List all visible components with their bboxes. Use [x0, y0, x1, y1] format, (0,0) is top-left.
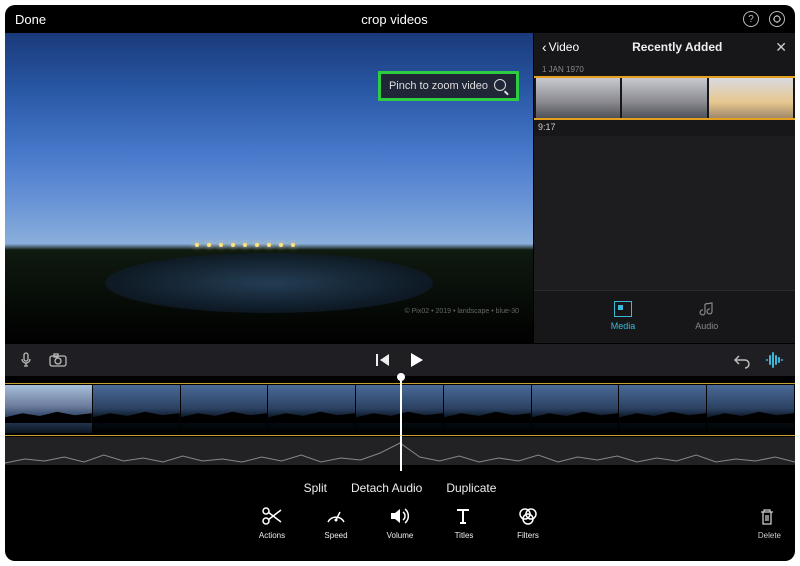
- library-tabs: Media Audio: [534, 290, 795, 343]
- help-icon[interactable]: ?: [743, 11, 759, 27]
- tab-audio[interactable]: Audio: [695, 301, 718, 331]
- project-title: crop videos: [46, 12, 743, 27]
- tool-bar: Actions Speed Volume Titles Filters: [5, 501, 795, 550]
- tool-titles-label: Titles: [455, 531, 474, 540]
- video-preview[interactable]: Pinch to zoom video © Pix02 • 2019 • lan…: [5, 33, 533, 343]
- speedometer-icon: [323, 505, 349, 527]
- library-date-label: 1 JAN 1970: [534, 61, 795, 76]
- transport-bar: [5, 343, 795, 377]
- timeline-clip[interactable]: [619, 385, 707, 433]
- previous-button[interactable]: [375, 353, 391, 367]
- play-button[interactable]: [407, 351, 425, 369]
- preview-lake: [105, 253, 433, 313]
- tool-filters[interactable]: Filters: [507, 505, 549, 540]
- tool-speed[interactable]: Speed: [315, 505, 357, 540]
- timeline-clip[interactable]: [93, 385, 181, 433]
- camera-icon[interactable]: [49, 352, 67, 368]
- trash-icon: [759, 508, 779, 528]
- chevron-left-icon: ‹: [542, 39, 547, 55]
- library-thumbnails: 9:17: [534, 76, 795, 120]
- library-thumb[interactable]: [709, 78, 793, 118]
- tool-volume[interactable]: Volume: [379, 505, 421, 540]
- tool-filters-label: Filters: [517, 531, 539, 540]
- titles-icon: [451, 505, 477, 527]
- library-close-button[interactable]: ✕: [775, 39, 787, 56]
- tool-delete-label: Delete: [758, 531, 781, 540]
- tool-delete[interactable]: Delete: [758, 508, 781, 540]
- preview-lights: [195, 243, 295, 247]
- zoom-tip-text: Pinch to zoom video: [389, 80, 488, 92]
- tool-volume-label: Volume: [387, 531, 414, 540]
- library-back-label: Video: [549, 40, 579, 54]
- tool-actions[interactable]: Actions: [251, 505, 293, 540]
- header: Done crop videos ?: [5, 5, 795, 33]
- volume-icon: [387, 505, 413, 527]
- zoom-tip-highlight: Pinch to zoom video: [378, 71, 519, 101]
- timeline-clip[interactable]: [532, 385, 620, 433]
- library-thumb[interactable]: [622, 78, 706, 118]
- tab-media-label: Media: [611, 321, 636, 331]
- tool-titles[interactable]: Titles: [443, 505, 485, 540]
- library-body[interactable]: [534, 136, 795, 290]
- audio-icon: [698, 301, 716, 317]
- clip-text-actions: Split Detach Audio Duplicate: [5, 471, 795, 501]
- preview-credit: © Pix02 • 2019 • landscape • blue-30: [405, 308, 519, 315]
- library-back-button[interactable]: ‹ Video: [542, 39, 579, 55]
- timeline[interactable]: [5, 377, 795, 471]
- tab-audio-label: Audio: [695, 321, 718, 331]
- magnifier-icon: [494, 79, 508, 93]
- media-icon: [614, 301, 632, 317]
- duplicate-button[interactable]: Duplicate: [446, 481, 496, 495]
- playhead[interactable]: [400, 377, 402, 471]
- main-area: Pinch to zoom video © Pix02 • 2019 • lan…: [5, 33, 795, 343]
- filters-icon: [515, 505, 541, 527]
- microphone-icon[interactable]: [17, 352, 35, 368]
- tool-speed-label: Speed: [324, 531, 347, 540]
- done-button[interactable]: Done: [15, 12, 46, 27]
- timeline-clip[interactable]: [181, 385, 269, 433]
- library-title: Recently Added: [579, 40, 775, 54]
- audio-waveform-icon[interactable]: [765, 352, 783, 368]
- undo-button[interactable]: [733, 352, 751, 368]
- tool-actions-label: Actions: [259, 531, 285, 540]
- detach-audio-button[interactable]: Detach Audio: [351, 481, 422, 495]
- app-frame: Done crop videos ? Pinch to zoom video ©…: [5, 5, 795, 561]
- scissors-icon: [259, 505, 285, 527]
- tab-media[interactable]: Media: [611, 301, 636, 331]
- library-panel: ‹ Video Recently Added ✕ 1 JAN 1970 9:17…: [533, 33, 795, 343]
- settings-icon[interactable]: [769, 11, 785, 27]
- library-thumb[interactable]: 9:17: [536, 78, 620, 118]
- timeline-clip[interactable]: [5, 385, 93, 433]
- timeline-clip[interactable]: [444, 385, 532, 433]
- timeline-clip[interactable]: [268, 385, 356, 433]
- timeline-clip[interactable]: [707, 385, 795, 433]
- library-header: ‹ Video Recently Added ✕: [534, 33, 795, 61]
- clip-duration: 9:17: [538, 122, 556, 132]
- split-button[interactable]: Split: [304, 481, 327, 495]
